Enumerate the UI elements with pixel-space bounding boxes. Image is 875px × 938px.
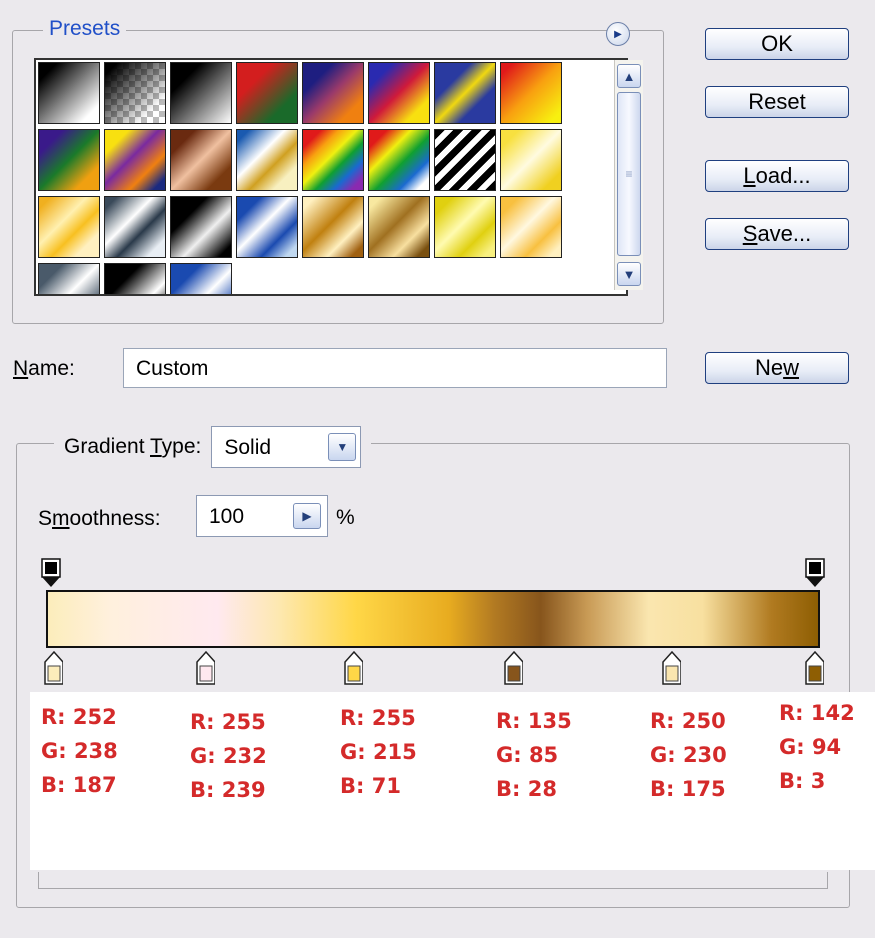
preset-scrollbar[interactable]: ▲ ≡ ▼ — [614, 60, 643, 290]
stop-4-rgb: R: 135 G: 85 B: 28 — [496, 709, 572, 801]
ok-button[interactable]: OK — [705, 28, 849, 60]
smoothness-unit: % — [336, 506, 355, 529]
preset-swatch[interactable] — [434, 129, 496, 191]
gradient-type-value: Solid — [224, 436, 272, 459]
preset-swatch[interactable] — [38, 263, 100, 294]
preset-swatch[interactable] — [236, 62, 298, 124]
preset-swatch[interactable] — [170, 196, 232, 258]
color-stop-3[interactable] — [343, 650, 363, 686]
preset-swatch[interactable] — [104, 263, 166, 294]
rgb-annotation-panel — [30, 692, 875, 870]
preset-swatch[interactable] — [38, 196, 100, 258]
preset-swatch[interactable] — [236, 196, 298, 258]
preset-swatch[interactable] — [302, 62, 364, 124]
save-button[interactable]: Save... — [705, 218, 849, 250]
preset-swatch[interactable] — [500, 129, 562, 191]
preset-swatch[interactable] — [236, 129, 298, 191]
scroll-down-icon[interactable]: ▼ — [617, 262, 641, 286]
color-stop-6[interactable] — [804, 650, 824, 686]
preset-swatch-grid — [38, 62, 606, 294]
preset-swatch-list — [34, 58, 628, 296]
preset-swatch[interactable] — [302, 129, 364, 191]
reset-button[interactable]: Reset — [705, 86, 849, 118]
smoothness-input[interactable]: 100 ▶ — [196, 495, 328, 537]
smoothness-value: 100 — [209, 505, 245, 528]
preset-swatch[interactable] — [500, 196, 562, 258]
preset-swatch[interactable] — [500, 62, 562, 124]
color-stop-4[interactable] — [503, 650, 523, 686]
opacity-stop-right[interactable] — [804, 557, 828, 589]
preset-swatch[interactable] — [38, 62, 100, 124]
preset-swatch[interactable] — [170, 62, 232, 124]
preset-swatch[interactable] — [368, 196, 430, 258]
scroll-thumb[interactable]: ≡ — [617, 92, 641, 256]
scroll-up-icon[interactable]: ▲ — [617, 64, 641, 88]
presets-legend: Presets — [43, 17, 127, 41]
preset-swatch[interactable] — [368, 129, 430, 191]
name-label: Name: — [13, 357, 75, 380]
gradient-type-row: Gradient Type: Solid ▼ — [54, 425, 372, 469]
smoothness-label: Smoothness: — [38, 507, 161, 530]
preset-swatch[interactable] — [38, 129, 100, 191]
stop-1-rgb: R: 252 G: 238 B: 187 — [41, 705, 118, 797]
preset-swatch[interactable] — [434, 62, 496, 124]
preset-swatch[interactable] — [104, 129, 166, 191]
load-button[interactable]: Load... — [705, 160, 849, 192]
name-input[interactable]: Custom — [123, 348, 667, 388]
preset-swatch[interactable] — [368, 62, 430, 124]
stop-3-rgb: R: 255 G: 215 B: 71 — [340, 706, 417, 798]
opacity-stop-left[interactable] — [40, 557, 64, 589]
gradient-type-select[interactable]: Solid ▼ — [211, 426, 362, 468]
preset-swatch[interactable] — [302, 196, 364, 258]
presets-menu-icon[interactable]: ▶ — [606, 22, 630, 46]
chevron-down-icon[interactable]: ▼ — [328, 433, 357, 461]
preset-swatch[interactable] — [434, 196, 496, 258]
slider-popup-icon[interactable]: ▶ — [293, 503, 321, 529]
new-button[interactable]: Ne w — [705, 352, 849, 384]
gradient-type-label: Gradient Type: — [64, 435, 202, 458]
gradient-preview-bar[interactable] — [46, 590, 820, 648]
gradient-inner-frame — [38, 872, 828, 889]
preset-swatch[interactable] — [104, 196, 166, 258]
stop-6-rgb: R: 142 G: 94 B: 3 — [779, 701, 855, 793]
stop-5-rgb: R: 250 G: 230 B: 175 — [650, 709, 727, 801]
preset-swatch[interactable] — [104, 62, 166, 124]
preset-swatch[interactable] — [170, 263, 232, 294]
stop-2-rgb: R: 255 G: 232 B: 239 — [190, 710, 267, 802]
color-stop-2[interactable] — [195, 650, 215, 686]
color-stop-1[interactable] — [43, 650, 63, 686]
color-stop-5[interactable] — [661, 650, 681, 686]
preset-swatch[interactable] — [170, 129, 232, 191]
